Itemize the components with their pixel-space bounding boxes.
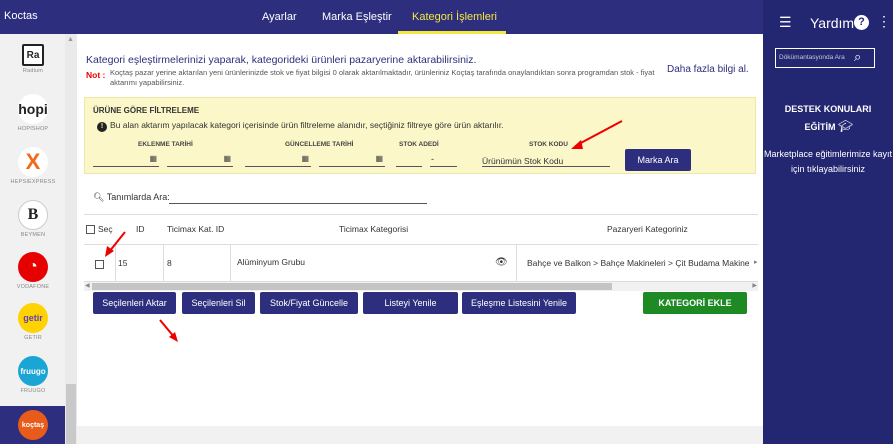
definition-search-label: 🔍︎ Tanımlarda Ara: <box>93 192 170 202</box>
hepsiexpress-logo-icon: X <box>18 147 48 177</box>
add-category-button[interactable]: KATEGORİ EKLE <box>643 292 747 314</box>
marketplace-item-beymen[interactable]: B BEYMEN <box>6 200 60 238</box>
hamburger-menu-icon[interactable]: ☰ <box>779 14 792 31</box>
calendar-icon[interactable]: ▦ <box>375 154 383 163</box>
help-panel: ☰ Yardım ? ⋮ Dökümantasyonda Ara ⌕ DESTE… <box>763 0 893 444</box>
fruugo-logo-icon: fruugo <box>18 356 48 386</box>
stok-kodu-label: STOK KODU <box>529 141 568 148</box>
delete-selected-button[interactable]: Seçilenleri Sil <box>182 292 255 314</box>
help-title: Yardım <box>810 15 855 31</box>
category-table: Seç ID Ticimax Kat. ID Ticimax Kategoris… <box>84 214 758 283</box>
eye-icon[interactable]: 👁︎ <box>495 257 508 268</box>
graduation-cap-icon: 🎓︎ <box>838 119 854 133</box>
eklenme-start-date[interactable]: ▦ <box>93 153 159 167</box>
marketplace-item-koctas[interactable]: koçtaş <box>6 410 60 440</box>
sidebar-scrollbar[interactable] <box>65 34 77 444</box>
filter-info: ! Bu alan aktarım yapılacak kategori içer… <box>97 120 504 132</box>
stok-adedi-label: STOK ADEDİ <box>399 141 439 148</box>
scroll-left-icon[interactable]: ◀ <box>85 282 90 289</box>
eklenme-date-label: EKLENME TARİHİ <box>138 141 193 148</box>
beymen-logo-icon: B <box>18 200 48 230</box>
info-icon: ! <box>97 122 107 132</box>
definition-search-input[interactable] <box>169 203 427 204</box>
col-id: ID <box>136 224 145 234</box>
row-marketplace-category[interactable]: Bahçe ve Balkon > Bahçe Makineleri > Çit… <box>527 258 750 268</box>
col-divider <box>516 244 517 283</box>
calendar-icon[interactable]: ▦ <box>149 154 157 163</box>
marketplace-item-radium[interactable]: Ra Radium <box>6 44 60 74</box>
header-divider <box>84 244 758 245</box>
transfer-selected-button[interactable]: Seçilenleri Aktar <box>93 292 176 314</box>
support-topics-title: DESTEK KONULARI <box>784 104 872 114</box>
radium-logo-icon: Ra <box>22 44 44 66</box>
more-options-icon[interactable]: ⋮ <box>877 13 891 30</box>
getir-logo-icon: getir <box>18 303 48 333</box>
col-divider <box>163 244 164 283</box>
main-content: Kategori eşleştirmelerinizi yaparak, kat… <box>77 34 763 444</box>
stok-adedi-min-input[interactable] <box>396 153 422 167</box>
col-divider <box>230 244 231 283</box>
filter-title: ÜRÜNE GÖRE FİLTRELEME <box>93 106 200 115</box>
tab-kategori-islemleri[interactable]: Kategori İşlemleri <box>412 0 497 34</box>
education-note[interactable]: Marketplace eğitimlerimize kayıt için tı… <box>763 147 893 177</box>
eklenme-end-date[interactable]: ▦ <box>167 153 233 167</box>
annotation-arrow-stok-kodu <box>571 120 623 149</box>
product-filter-panel: ÜRÜNE GÖRE FİLTRELEME ! Bu alan aktarım y… <box>84 97 756 174</box>
tab-ayarlar[interactable]: Ayarlar <box>262 0 297 34</box>
marka-ara-button[interactable]: Marka Ara <box>625 149 691 171</box>
row-checkbox[interactable] <box>95 260 104 269</box>
row-ticimax-id: 8 <box>167 258 172 268</box>
horizontal-scroll-thumb[interactable] <box>92 283 612 290</box>
bottom-strip <box>77 426 763 444</box>
top-navbar: Koctas Ayarlar Marka Eşleştir Kategori İ… <box>0 0 763 34</box>
select-all-checkbox[interactable] <box>86 225 95 234</box>
scroll-right-icon[interactable]: ▶ <box>752 282 757 289</box>
caret-icon: ▸ <box>754 259 758 266</box>
stok-kodu-input[interactable]: Ürünümün Stok Kodu <box>482 153 610 167</box>
table-horizontal-scrollbar[interactable]: ◀ ▶ <box>84 282 758 291</box>
col-pazaryeri-kategorisi: Pazaryeri Kategoriniz <box>607 224 688 234</box>
marketplace-item-hepsiexpress[interactable]: X HEPSIEXPRESS <box>6 147 60 185</box>
search-icon[interactable]: ⌕ <box>854 49 861 65</box>
more-info-link[interactable]: Daha fazla bilgi al. <box>667 64 749 75</box>
calendar-icon[interactable]: ▦ <box>301 154 309 163</box>
tab-marka-eslestir[interactable]: Marka Eşleştir <box>322 0 392 34</box>
search-icon: 🔍︎ <box>93 192 105 202</box>
scroll-up-icon[interactable]: ▲ <box>67 36 74 43</box>
refresh-list-button[interactable]: Listeyi Yenile <box>363 292 458 314</box>
vodafone-logo-icon: ◔ <box>18 252 48 282</box>
col-ticimax-id: Ticimax Kat. ID <box>167 224 225 234</box>
koctas-logo-icon: koçtaş <box>18 410 48 440</box>
refresh-match-list-button[interactable]: Eşleşme Listesini Yenile <box>462 292 576 314</box>
marketplace-item-getir[interactable]: getir GETIR <box>6 303 60 341</box>
guncelleme-end-date[interactable]: ▦ <box>319 153 385 167</box>
guncelleme-start-date[interactable]: ▦ <box>245 153 311 167</box>
question-icon[interactable]: ? <box>854 15 869 30</box>
note-label: Not : <box>86 70 106 80</box>
calendar-icon[interactable]: ▦ <box>223 154 231 163</box>
stok-adedi-max-input[interactable] <box>430 153 457 167</box>
note-text: Koçtaş pazar yerine aktarılan yeni ürünl… <box>110 68 655 87</box>
guncelleme-date-label: GÜNCELLEME TARİHİ <box>285 141 354 148</box>
marketplace-item-vodafone[interactable]: ◔ VODAFONE <box>6 252 60 290</box>
annotation-arrow-transfer <box>159 319 178 342</box>
brand-name: Koctas <box>4 10 38 22</box>
sidebar-scrollbar-thumb[interactable] <box>66 384 76 444</box>
marketplace-item-fruugo[interactable]: fruugo FRUUGO <box>6 356 60 394</box>
page-intro: Kategori eşleştirmelerinizi yaparak, kat… <box>86 54 477 66</box>
row-ticimax-category: Alüminyum Grubu <box>237 257 306 267</box>
hopi-logo-icon: hopi <box>18 94 48 124</box>
education-link[interactable]: EĞİTİM <box>763 122 893 132</box>
annotation-arrow-checkbox <box>105 231 126 257</box>
col-ticimax-kategorisi: Ticimax Kategorisi <box>339 224 409 234</box>
marketplace-item-hopishop[interactable]: hopi HOPISHOP <box>6 94 60 132</box>
update-stock-price-button[interactable]: Stok/Fiyat Güncelle <box>260 292 358 314</box>
